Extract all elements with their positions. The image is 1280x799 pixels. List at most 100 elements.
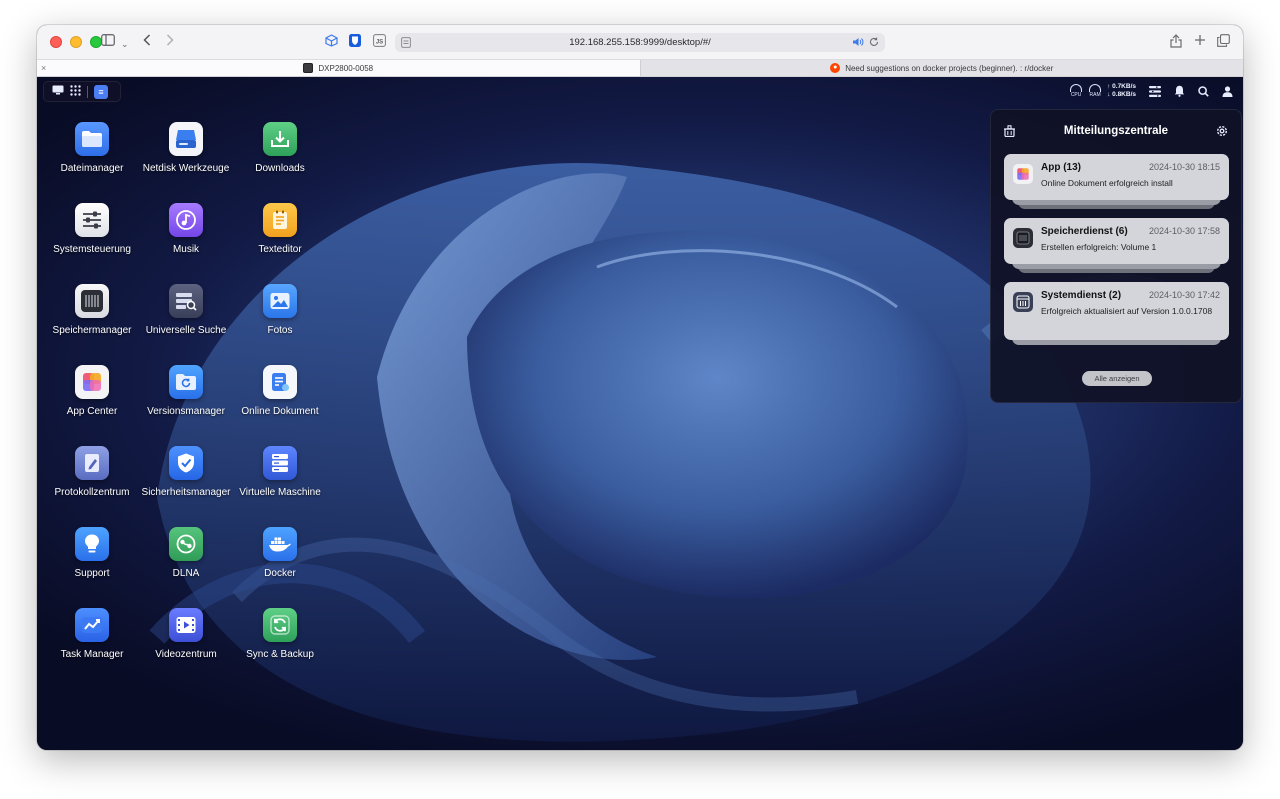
notification-card-message: Erstellen erfolgreich: Volume 1	[1041, 242, 1157, 252]
download-icon	[263, 122, 297, 156]
app-systemsteuerung[interactable]: Systemsteuerung	[45, 203, 139, 256]
app-dlna[interactable]: DLNA	[139, 527, 233, 580]
app-label: Versionsmanager	[147, 406, 225, 417]
app-label: Sicherheitsmanager	[141, 487, 231, 498]
notification-title: Mitteilungszentrale	[1063, 125, 1169, 137]
notification-card[interactable]: Systemdienst (2) 2024-10-30 17:42 Erfolg…	[1004, 282, 1229, 340]
notification-card-title: Systemdienst (2)	[1041, 290, 1122, 301]
notepad-icon	[263, 203, 297, 237]
app-texteditor[interactable]: Texteditor	[233, 203, 327, 256]
notification-header: Mitteilungszentrale	[991, 110, 1241, 152]
address-bar[interactable]: 192.168.255.158:9999/desktop/#/	[395, 33, 885, 52]
extension-cube-icon[interactable]	[325, 34, 338, 47]
minimize-window-button[interactable]	[70, 36, 82, 48]
bell-icon[interactable]	[1174, 85, 1185, 97]
app-label: Dateimanager	[60, 163, 124, 174]
app-label: Virtuelle Maschine	[239, 487, 321, 498]
document-icon	[263, 365, 297, 399]
app-versionsmanager[interactable]: Versionsmanager	[139, 365, 233, 418]
monitor-icon[interactable]	[52, 85, 64, 98]
app-label: Docker	[264, 568, 296, 579]
version-icon	[169, 365, 203, 399]
cpu-label: CPU	[1070, 92, 1082, 98]
ram-gauge[interactable]: RAM	[1089, 84, 1102, 98]
chevron-down-icon[interactable]: ⌄	[121, 36, 129, 52]
notification-card-title: Speicherdienst (6)	[1041, 226, 1128, 237]
tab-overview-icon[interactable]	[1217, 34, 1230, 47]
sliders-icon	[75, 203, 109, 237]
forward-icon[interactable]	[166, 34, 174, 46]
speaker-icon[interactable]	[853, 37, 864, 50]
close-tab-icon[interactable]: ×	[41, 63, 46, 73]
new-tab-icon[interactable]	[1194, 34, 1206, 46]
netdisk-icon	[169, 122, 203, 156]
app-label: App Center	[66, 406, 118, 417]
nas-topbar: ≡ CPU RAM ↑ 0.7KB/s ↓ 0.8KB/s	[37, 77, 1243, 107]
grid-icon[interactable]	[70, 84, 81, 99]
app-docker[interactable]: Docker	[233, 527, 327, 580]
divider	[87, 85, 88, 98]
system-status: CPU RAM ↑ 0.7KB/s ↓ 0.8KB/s	[1070, 83, 1233, 99]
js-extension-icon[interactable]: JS	[373, 34, 386, 47]
storage-icon	[1013, 228, 1033, 248]
app-downloads[interactable]: Downloads	[233, 122, 327, 175]
app-sicherheitsmanager[interactable]: Sicherheitsmanager	[139, 446, 233, 499]
app-label: Support	[74, 568, 110, 579]
notification-card[interactable]: App (13) 2024-10-30 18:15 Online Dokumen…	[1004, 154, 1229, 200]
gear-icon[interactable]	[1216, 124, 1228, 142]
tab-title: DXP2800-0058	[318, 63, 374, 73]
search-server-icon	[169, 284, 203, 318]
svg-text:JS: JS	[376, 39, 383, 45]
app-center-icon	[75, 365, 109, 399]
active-window-icon[interactable]: ≡	[94, 84, 108, 99]
window-controls	[50, 36, 102, 48]
photo-icon	[263, 284, 297, 318]
search-icon[interactable]	[1198, 85, 1209, 97]
app-label: Fotos	[267, 325, 293, 336]
chart-icon	[75, 608, 109, 642]
app-online-dokument[interactable]: Online Dokument	[233, 365, 327, 418]
app-protokollzentrum[interactable]: Protokollzentrum	[45, 446, 139, 499]
share-icon[interactable]	[1170, 34, 1182, 48]
app-label: Videozentrum	[155, 649, 217, 660]
nas-desktop: ≡ CPU RAM ↑ 0.7KB/s ↓ 0.8KB/s Dateimanag…	[37, 77, 1243, 750]
app-videozentrum[interactable]: Videozentrum	[139, 608, 233, 661]
app-support[interactable]: Support	[45, 527, 139, 580]
cpu-gauge[interactable]: CPU	[1070, 84, 1083, 98]
app-netdisk[interactable]: Netdisk Werkzeuge	[139, 122, 233, 175]
show-all-button[interactable]: Alle anzeigen	[1082, 371, 1152, 386]
close-window-button[interactable]	[50, 36, 62, 48]
app-virtuelle-maschine[interactable]: Virtuelle Maschine	[233, 446, 327, 499]
browser-toolbar: ⌄ JS 192.168.255.158:9999/desktop/#/	[37, 25, 1243, 59]
app-fotos[interactable]: Fotos	[233, 284, 327, 337]
notification-card[interactable]: Speicherdienst (6) 2024-10-30 17:58 Erst…	[1004, 218, 1229, 264]
app-musik[interactable]: Musik	[139, 203, 233, 256]
notification-card-time: 2024-10-30 17:58	[1148, 226, 1220, 236]
bulb-icon	[75, 527, 109, 561]
app-speichermanager[interactable]: Speichermanager	[45, 284, 139, 337]
notification-card-time: 2024-10-30 18:15	[1148, 162, 1220, 172]
app-task-manager[interactable]: Task Manager	[45, 608, 139, 661]
app-app-center[interactable]: App Center	[45, 365, 139, 418]
app-dateimanager[interactable]: Dateimanager	[45, 122, 139, 175]
app-sync-backup[interactable]: Sync & Backup	[233, 608, 327, 661]
reddit-favicon-icon: ●	[830, 63, 841, 73]
clear-all-icon[interactable]	[1004, 124, 1015, 142]
widgets-icon[interactable]	[1149, 85, 1161, 97]
tab-dxp2800[interactable]: × DXP2800-0058	[37, 60, 640, 76]
app-label: Downloads	[255, 163, 305, 174]
page-info-icon[interactable]	[401, 37, 411, 51]
download-speed: ↓ 0.8KB/s	[1107, 91, 1136, 98]
reload-icon[interactable]	[869, 37, 879, 50]
user-icon[interactable]	[1222, 85, 1233, 97]
app-label: Systemsteuerung	[53, 244, 131, 255]
dlna-icon	[169, 527, 203, 561]
sidebar-toggle-icon[interactable]	[101, 34, 115, 46]
notification-card-time: 2024-10-30 17:42	[1148, 290, 1220, 300]
gauge-icon	[1070, 84, 1083, 92]
back-icon[interactable]	[143, 34, 151, 46]
app-universelle-suche[interactable]: Universelle Suche	[139, 284, 233, 337]
tab-reddit-docker[interactable]: ● Need suggestions on docker projects (b…	[639, 60, 1243, 76]
app-label: Speichermanager	[52, 325, 132, 336]
bitwarden-shield-icon[interactable]	[349, 34, 361, 47]
